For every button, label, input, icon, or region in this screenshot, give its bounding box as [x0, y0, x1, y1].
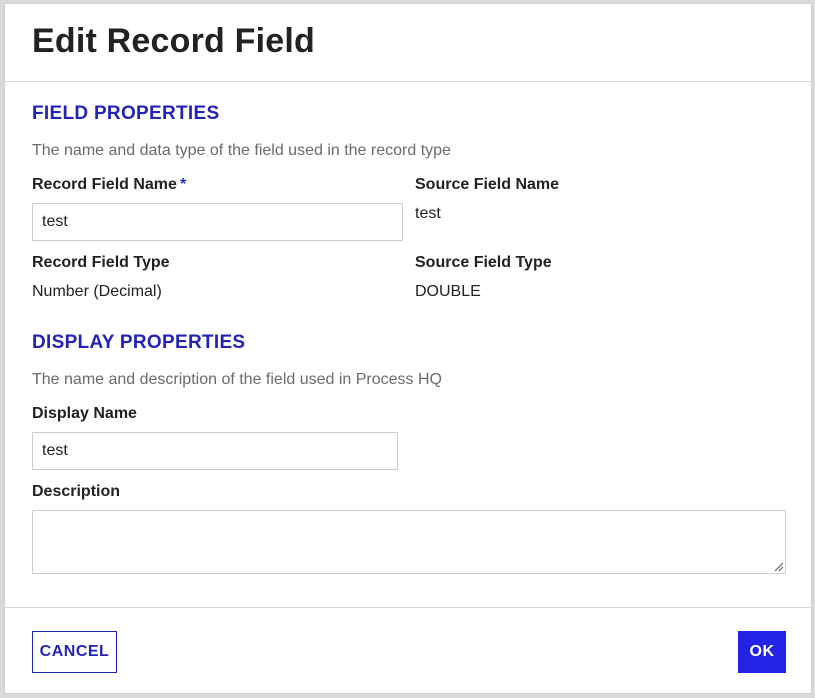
description-textarea[interactable] — [32, 510, 786, 574]
field-properties-description: The name and data type of the field used… — [32, 142, 451, 159]
display-name-label: Display Name — [32, 405, 137, 422]
source-field-type-label: Source Field Type — [415, 254, 552, 271]
source-field-type-value: DOUBLE — [415, 283, 481, 300]
required-marker: * — [179, 176, 187, 193]
source-field-name-label: Source Field Name — [415, 176, 560, 193]
dialog-header: Edit Record Field — [5, 4, 811, 82]
record-field-type-value: Number (Decimal) — [32, 283, 162, 300]
record-field-name-input[interactable] — [32, 203, 403, 241]
record-field-type-label: Record Field Type — [32, 254, 170, 271]
description-label: Description — [32, 483, 121, 500]
display-name-input[interactable] — [32, 432, 398, 470]
cancel-button[interactable]: CANCEL — [32, 631, 117, 673]
resize-grip-icon[interactable] — [774, 562, 784, 572]
ok-button[interactable]: OK — [738, 631, 786, 673]
record-field-name-label-text: Record Field Name — [32, 176, 177, 193]
field-properties-heading: FIELD PROPERTIES — [32, 103, 220, 124]
source-field-name-value: test — [415, 205, 441, 222]
display-properties-heading: DISPLAY PROPERTIES — [32, 332, 246, 353]
display-properties-description: The name and description of the field us… — [32, 371, 442, 388]
dialog-body: FIELD PROPERTIES The name and data type … — [5, 83, 811, 607]
edit-record-field-dialog: Edit Record Field FIELD PROPERTIES The n… — [4, 3, 812, 694]
dialog-footer: CANCEL OK — [5, 607, 811, 695]
dialog-title: Edit Record Field — [32, 22, 315, 60]
record-field-name-label: Record Field Name * — [32, 176, 186, 194]
